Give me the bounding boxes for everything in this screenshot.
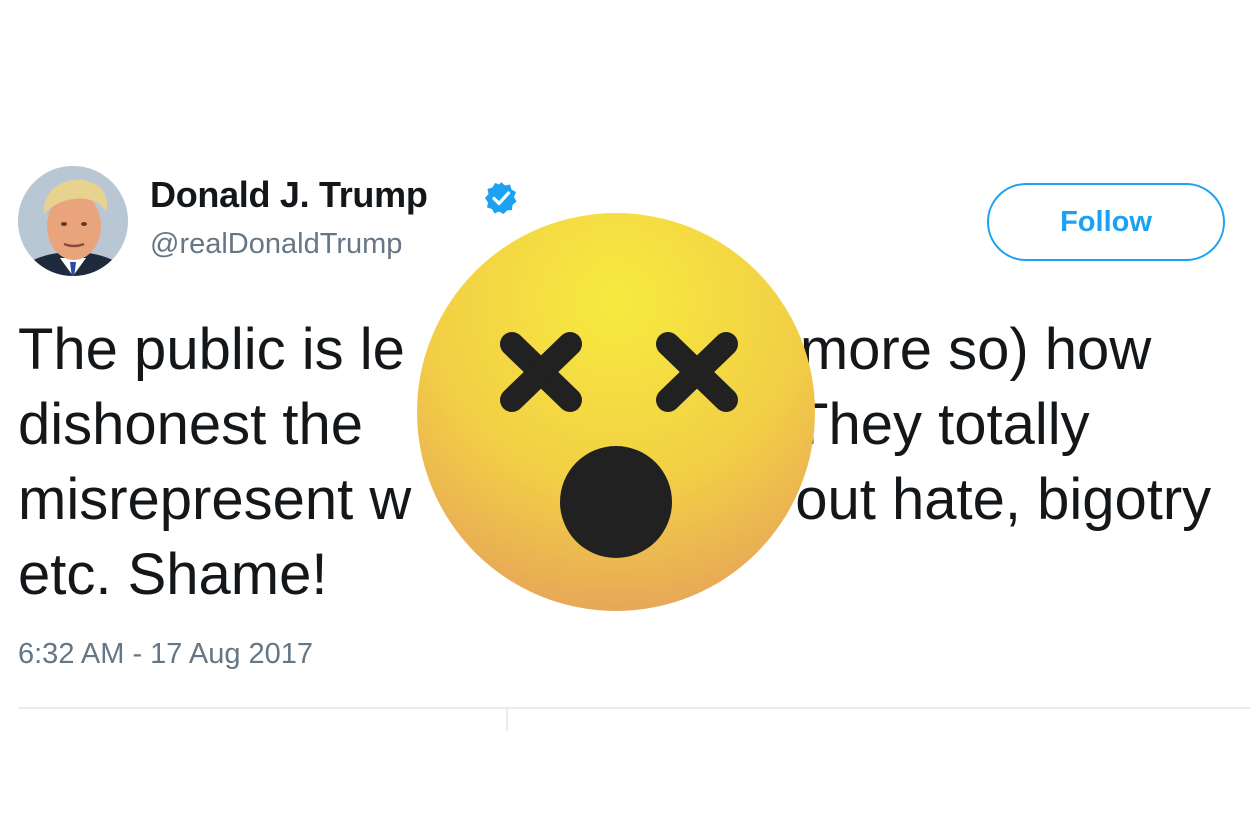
tweet-fragment: They totally: [793, 392, 1090, 457]
tweet-fragment: out hate, bigotry: [795, 467, 1212, 532]
user-handle[interactable]: @realDonaldTrump: [150, 228, 402, 261]
dizzy-face-emoji-icon: [416, 212, 816, 612]
tweet-fragment: more so) how: [799, 317, 1152, 382]
tweet-fragment: misrepresent w: [18, 467, 412, 532]
display-name[interactable]: Donald J. Trump: [150, 174, 428, 216]
avatar-portrait-icon: [18, 166, 128, 276]
tweet-fragment: dishonest the: [18, 392, 364, 457]
tweet-fragment: The public is le: [18, 317, 405, 382]
verified-badge-icon: [483, 180, 519, 216]
avatar[interactable]: [18, 166, 128, 276]
follow-button[interactable]: Follow: [987, 183, 1225, 261]
tweet-fragment: etc. Shame!: [18, 542, 328, 607]
divider: [18, 707, 1250, 709]
tweet-timestamp[interactable]: 6:32 AM - 17 Aug 2017: [18, 638, 313, 671]
divider-tick: [506, 709, 508, 731]
